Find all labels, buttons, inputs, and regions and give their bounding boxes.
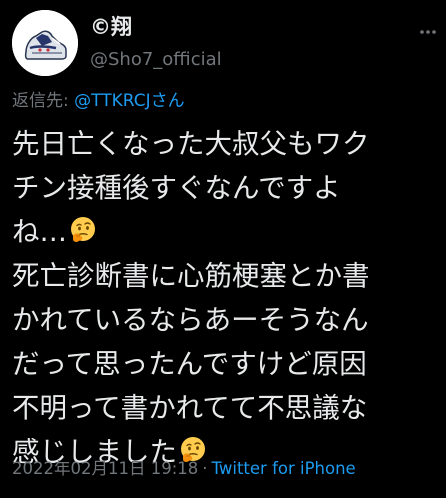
sneaker-avatar-icon <box>12 10 78 76</box>
tweet-line-text: ね… <box>12 216 67 248</box>
timestamp[interactable]: 2022年02月11日 19:18 <box>12 459 198 478</box>
tweet-line: かれているならあーそうなん <box>12 304 369 336</box>
avatar[interactable] <box>12 10 78 76</box>
tweet-meta: 2022年02月11日 19:18 · Twitter for iPhone <box>12 458 356 480</box>
tweet-card: ©翔 @Sho7_official 返信先: @TTKRCJさん 先日亡くなった… <box>0 0 446 498</box>
author-handle[interactable]: @Sho7_official <box>90 48 222 72</box>
source-link[interactable]: Twitter for iPhone <box>212 459 356 478</box>
meta-separator: · <box>202 459 208 478</box>
author-display-name[interactable]: ©翔 <box>90 14 132 40</box>
reply-prefix: 返信先: <box>12 91 75 111</box>
tweet-line: 先日亡くなった大叔父もワク <box>12 128 370 160</box>
reply-context: 返信先: @TTKRCJさん <box>12 90 185 112</box>
more-options-icon[interactable] <box>418 22 438 42</box>
tweet-line: チン接種後すぐなんですよ <box>12 172 341 204</box>
tweet-line-with-emoji: ね… <box>12 210 440 254</box>
tweet-line: だって思ったんですけど原因 <box>12 348 367 380</box>
thinking-face-emoji-icon <box>68 214 98 244</box>
tweet-text: 先日亡くなった大叔父もワク チン接種後すぐなんですよ ね… 死亡診断書に心筋梗塞… <box>12 122 440 474</box>
tweet-line: 不明って書かれてて不思議な <box>12 392 368 424</box>
tweet-line: 死亡診断書に心筋梗塞とか書 <box>12 260 370 292</box>
reply-mention-link[interactable]: @TTKRCJさん <box>74 91 184 111</box>
